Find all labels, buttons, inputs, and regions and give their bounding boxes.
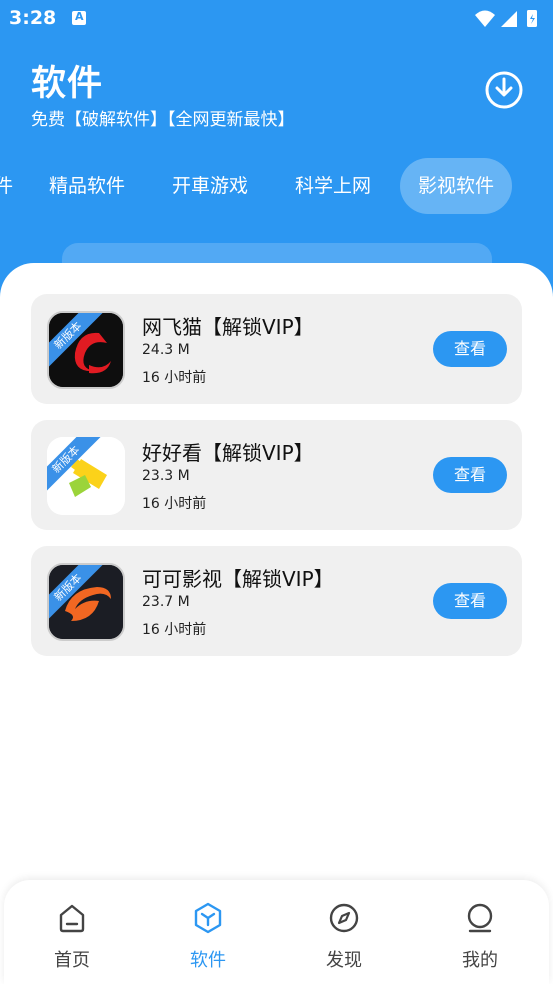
page-title: 软件: [31, 64, 104, 104]
nav-label: 首页: [54, 950, 90, 971]
compass-icon: [329, 903, 359, 933]
status-time: 3:28: [9, 7, 57, 29]
view-button[interactable]: 查看: [433, 583, 507, 619]
app-name: 网飞猫【解锁VIP】: [142, 315, 314, 339]
app-updated-time: 16 小时前: [142, 622, 207, 638]
category-tabs: 件 精品软件 开車游戏 科学上网 影视软件: [0, 158, 553, 214]
nav-profile[interactable]: 我的: [412, 880, 548, 984]
tab-games[interactable]: 开車游戏: [172, 158, 248, 214]
app-updated-time: 16 小时前: [142, 370, 207, 386]
app-icon: 新版本: [47, 311, 125, 389]
tab-vpn[interactable]: 科学上网: [295, 158, 371, 214]
content-panel: 新版本 网飞猫【解锁VIP】 24.3 M 16 小时前 查看 新版本 好好看【…: [0, 263, 553, 984]
notification-icon: [72, 10, 86, 25]
app-card[interactable]: 新版本 网飞猫【解锁VIP】 24.3 M 16 小时前 查看: [31, 294, 522, 404]
nav-software[interactable]: 软件: [140, 880, 276, 984]
nav-home[interactable]: 首页: [4, 880, 140, 984]
view-button[interactable]: 查看: [433, 331, 507, 367]
home-icon: [59, 904, 85, 933]
app-icon: 新版本: [47, 437, 125, 515]
nav-label: 我的: [462, 950, 498, 971]
app-card[interactable]: 新版本 好好看【解锁VIP】 23.3 M 16 小时前 查看: [31, 420, 522, 530]
download-icon[interactable]: [484, 70, 524, 110]
app-size: 23.3 M: [142, 468, 190, 484]
tab-video-software[interactable]: 影视软件: [400, 158, 513, 214]
cube-icon: [194, 902, 222, 934]
bottom-nav: 首页 软件 发现 我的: [4, 880, 549, 984]
app-name: 可可影视【解锁VIP】: [142, 567, 334, 591]
nav-label: 发现: [326, 950, 362, 971]
status-icons: [475, 10, 537, 27]
page-subtitle: 免费【破解软件】【全网更新最快】: [31, 110, 295, 130]
app-icon: 新版本: [47, 563, 125, 641]
wifi-icon: [475, 10, 495, 27]
tab-premium-software[interactable]: 精品软件: [49, 158, 125, 214]
nav-discover[interactable]: 发现: [276, 880, 412, 984]
view-button[interactable]: 查看: [433, 457, 507, 493]
app-name: 好好看【解锁VIP】: [142, 441, 314, 465]
profile-icon: [467, 903, 493, 933]
app-size: 23.7 M: [142, 594, 190, 610]
app-updated-time: 16 小时前: [142, 496, 207, 512]
status-bar: 3:28: [0, 0, 553, 38]
tab-partial[interactable]: 件: [0, 158, 13, 214]
app-card[interactable]: 新版本 可可影视【解锁VIP】 23.7 M 16 小时前 查看: [31, 546, 522, 656]
signal-icon: [501, 11, 517, 27]
app-size: 24.3 M: [142, 342, 190, 358]
nav-label: 软件: [190, 950, 226, 971]
